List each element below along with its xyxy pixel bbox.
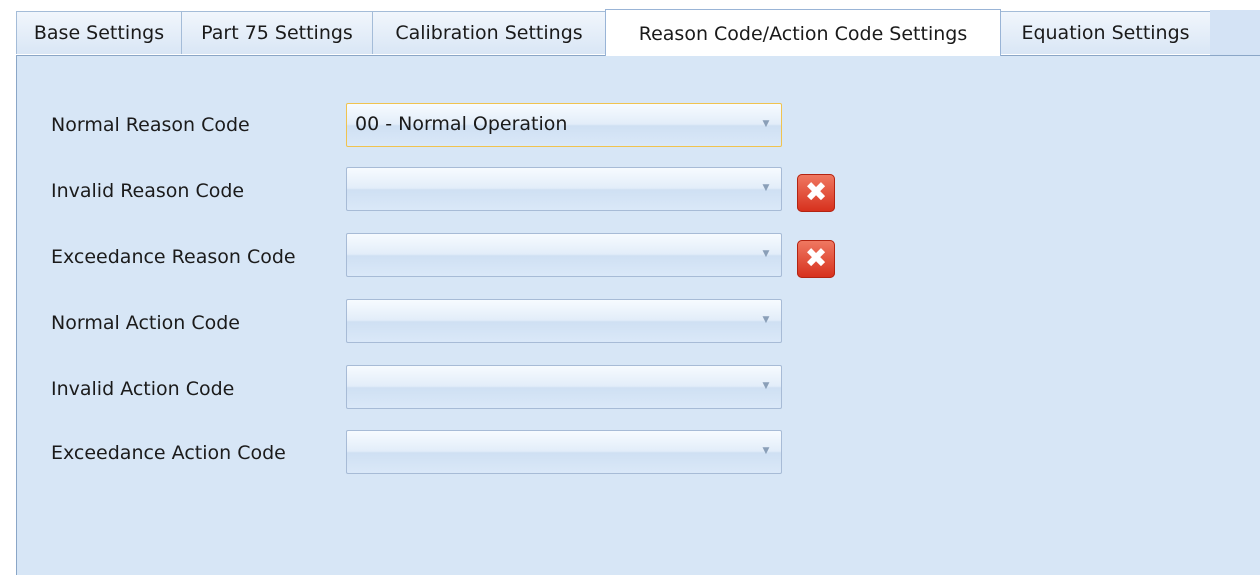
tab-part-75-settings[interactable]: Part 75 Settings [181, 11, 373, 54]
tab-base-settings[interactable]: Base Settings [16, 11, 182, 54]
chevron-down-icon: ▼ [762, 381, 770, 391]
chevron-down-icon: ▼ [762, 183, 770, 193]
tab-reason-action-code-settings[interactable]: Reason Code/Action Code Settings [605, 9, 1001, 56]
tab-calibration-settings[interactable]: Calibration Settings [372, 11, 606, 54]
invalid-action-code-dropdown[interactable]: ▼ [346, 365, 782, 409]
chevron-down-icon: ▼ [762, 119, 770, 129]
normal-reason-code-dropdown[interactable]: 00 - Normal Operation ▼ [346, 103, 782, 147]
invalid-reason-code-label: Invalid Reason Code [51, 180, 245, 202]
chevron-down-icon: ▼ [762, 249, 770, 259]
exceedance-action-code-dropdown[interactable]: ▼ [346, 430, 782, 474]
chevron-down-icon: ▼ [762, 446, 770, 456]
invalid-action-code-label: Invalid Action Code [51, 378, 235, 400]
close-icon: ✖ [804, 177, 828, 208]
chevron-down-icon: ▼ [762, 315, 770, 325]
invalid-reason-code-dropdown[interactable]: ▼ [346, 167, 782, 211]
normal-action-code-dropdown[interactable]: ▼ [346, 299, 782, 343]
clear-exceedance-reason-code-button[interactable]: ✖ [797, 240, 835, 278]
tab-strip: Base Settings Part 75 Settings Calibrati… [0, 0, 1260, 56]
exceedance-action-code-label: Exceedance Action Code [51, 442, 286, 464]
close-icon: ✖ [804, 243, 828, 274]
normal-reason-code-value: 00 - Normal Operation [355, 113, 568, 135]
exceedance-reason-code-label: Exceedance Reason Code [51, 246, 296, 268]
clear-invalid-reason-code-button[interactable]: ✖ [797, 174, 835, 212]
exceedance-reason-code-dropdown[interactable]: ▼ [346, 233, 782, 277]
normal-action-code-label: Normal Action Code [51, 312, 240, 334]
tab-equation-settings[interactable]: Equation Settings [1000, 11, 1211, 54]
normal-reason-code-label: Normal Reason Code [51, 114, 250, 136]
